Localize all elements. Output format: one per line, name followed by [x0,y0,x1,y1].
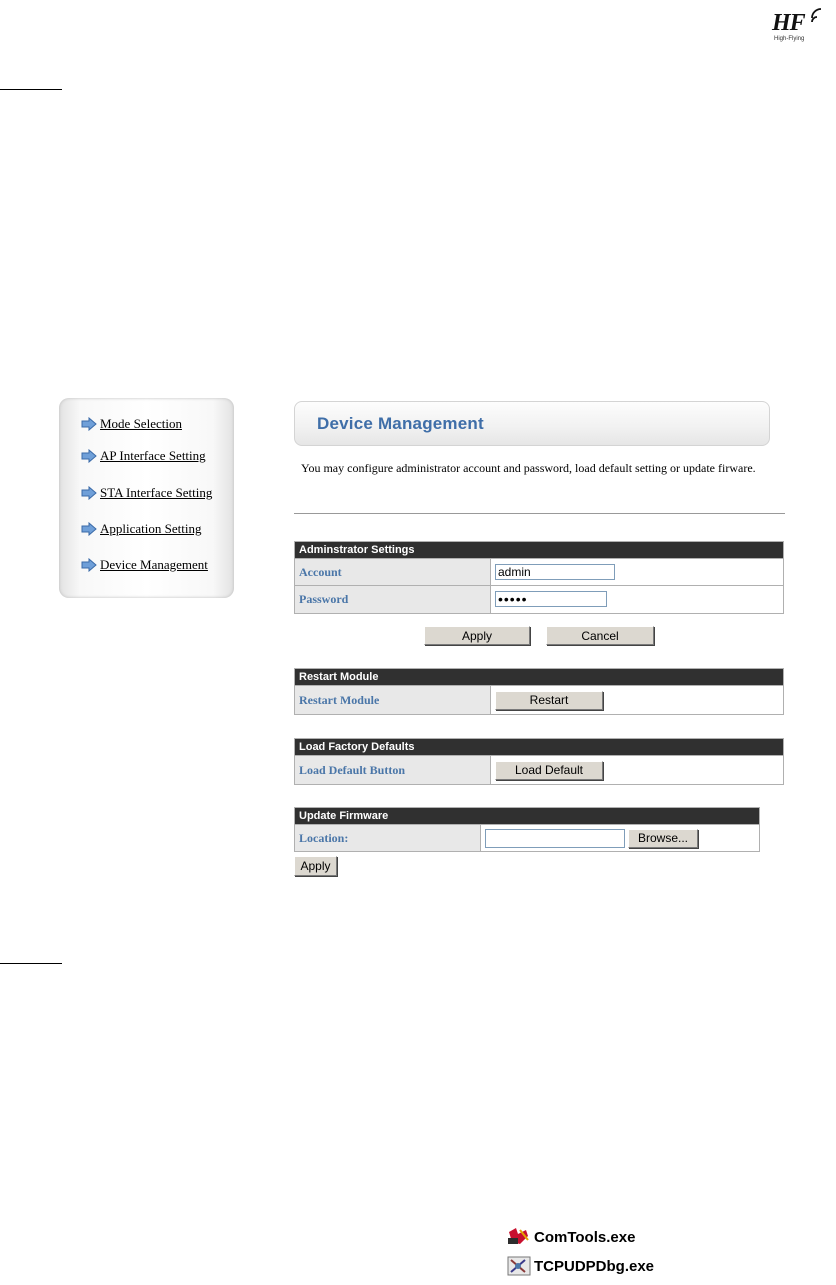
account-input[interactable] [495,564,615,580]
browse-button[interactable]: Browse... [628,828,698,848]
sidebar-item-label[interactable]: AP Interface Setting [100,448,206,464]
page-header: Device Management [294,401,770,446]
section-rule-bottom [0,963,62,964]
page-description: You may configure administrator account … [301,461,756,475]
update-firmware-header: Update Firmware [294,807,760,825]
arrow-right-icon [81,486,97,500]
location-label: Location: [294,824,481,852]
password-input[interactable] [495,591,607,607]
logo-tagline: High-Flying [774,36,805,42]
file-tcpudpdbg[interactable]: TCPUDPDbg.exe [506,1255,654,1277]
sidebar-menu: Mode Selection AP Interface Setting STA … [59,398,234,598]
sidebar-item-application-setting[interactable]: Application Setting [81,519,201,539]
firmware-apply-button[interactable]: Apply [294,856,337,876]
comtools-icon [508,1228,529,1244]
firmware-file-input[interactable] [485,828,625,848]
admin-settings-table: Adminstrator Settings Account Password [294,541,784,614]
divider [294,513,785,514]
restart-button[interactable]: Restart [495,690,603,710]
restart-module-table: Restart Module Restart Module Restart [294,668,784,715]
arrow-right-icon [81,417,97,431]
sidebar-item-label[interactable]: STA Interface Setting [100,485,212,501]
arrow-right-icon [81,522,97,536]
update-firmware-table: Update Firmware Location: Browse... [294,807,760,852]
sidebar-item-sta-interface-setting[interactable]: STA Interface Setting [81,483,212,503]
sidebar-item-mode-selection[interactable]: Mode Selection [81,414,182,434]
arrow-right-icon [81,449,97,463]
factory-defaults-table: Load Factory Defaults Load Default Butto… [294,738,784,785]
sidebar-item-label[interactable]: Mode Selection [100,416,182,432]
factory-defaults-header: Load Factory Defaults [294,738,784,756]
logo-mark: HF [772,10,806,36]
admin-apply-button[interactable]: Apply [424,626,530,645]
section-rule-top [0,89,62,90]
load-default-button[interactable]: Load Default [495,760,603,780]
restart-module-header: Restart Module [294,668,784,686]
restart-module-label: Restart Module [294,685,491,715]
tcpudpdbg-icon [507,1256,531,1276]
sidebar-item-label[interactable]: Application Setting [100,521,201,537]
sidebar-item-label[interactable]: Device Management [100,557,208,573]
file-name: TCPUDPDbg.exe [534,1257,655,1275]
admin-cancel-button[interactable]: Cancel [546,626,654,645]
wireless-icon [811,8,822,23]
hf-logo: HF High-Flying [768,8,830,48]
admin-settings-header: Adminstrator Settings [294,541,784,559]
arrow-right-icon [81,558,97,572]
load-default-label: Load Default Button [294,755,491,785]
file-name: ComTools.exe [534,1228,636,1246]
page-title: Device Management [317,414,484,433]
account-label: Account [294,558,491,586]
file-comtools[interactable]: ComTools.exe [506,1226,635,1248]
password-label: Password [294,585,491,614]
sidebar-item-ap-interface-setting[interactable]: AP Interface Setting [81,446,206,466]
sidebar-item-device-management[interactable]: Device Management [81,555,208,575]
